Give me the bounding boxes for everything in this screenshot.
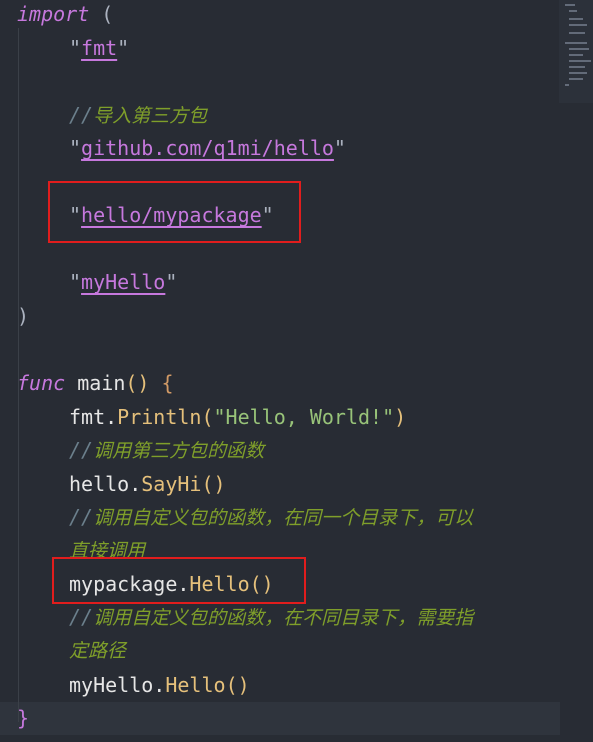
highlight-box-import-mypackage — [48, 181, 301, 243]
identifier-myhello[interactable]: myHello — [69, 673, 153, 697]
code-line-comment-diff-dir-wrap[interactable]: 定路径 — [69, 633, 126, 667]
close-paren: ) — [394, 405, 407, 429]
parens: () — [225, 673, 250, 697]
comment-text: 调用自定义包的函数，在同一个目录下，可以 — [93, 507, 474, 529]
code-line-import-myhello[interactable]: "myHello" — [69, 265, 177, 299]
comment-slash: // — [69, 605, 94, 629]
current-line-highlight — [0, 702, 560, 735]
dot: . — [105, 405, 118, 429]
close-brace: } — [17, 706, 30, 730]
code-line-import-github[interactable]: "github.com/q1mi/hello" — [69, 131, 346, 165]
code-line-close-import[interactable]: ) — [17, 299, 29, 333]
comment-slash: // — [69, 505, 94, 529]
close-paren: ) — [17, 304, 30, 328]
comment-text: 导入第三方包 — [93, 105, 208, 127]
code-line-sayhi[interactable]: hello.SayHi() — [69, 467, 226, 501]
open-paren: ( — [201, 405, 214, 429]
dot: . — [153, 673, 166, 697]
code-line-comment-diff-dir[interactable]: //调用自定义包的函数，在不同目录下，需要指 — [69, 600, 473, 634]
function-sayhi[interactable]: SayHi — [141, 472, 201, 496]
func-name-main[interactable]: main — [77, 371, 125, 395]
code-line-import-fmt[interactable]: "fmt" — [69, 31, 129, 65]
parens: () — [201, 472, 226, 496]
open-paren: ( — [101, 2, 114, 26]
code-line-comment-third-party-call[interactable]: //调用第三方包的函数 — [69, 433, 264, 467]
keyword-import: import — [17, 2, 90, 26]
parens: () — [125, 371, 150, 395]
quote: " — [69, 136, 82, 160]
code-line-comment-same-dir[interactable]: //调用自定义包的函数，在同一个目录下，可以 — [69, 500, 473, 534]
comment-slash: // — [69, 438, 94, 462]
identifier-hello[interactable]: hello — [69, 472, 129, 496]
code-line-comment-third-party[interactable]: //导入第三方包 — [69, 98, 207, 132]
quote: " — [69, 36, 82, 60]
function-hello[interactable]: Hello — [165, 673, 225, 697]
quote: " — [333, 136, 346, 160]
quote: " — [117, 36, 130, 60]
function-println[interactable]: Println — [117, 405, 201, 429]
code-line-println[interactable]: fmt.Println("Hello, World!") — [69, 400, 406, 434]
import-path-fmt[interactable]: fmt — [81, 36, 117, 60]
string-literal: "Hello, World!" — [213, 405, 395, 429]
minimap[interactable] — [559, 0, 593, 103]
comment-text: 调用自定义包的函数，在不同目录下，需要指 — [93, 607, 474, 629]
quote: " — [69, 270, 82, 294]
code-line-myhello-hello[interactable]: myHello.Hello() — [69, 668, 250, 702]
code-line-func-main[interactable]: func main() { — [17, 366, 174, 400]
import-path-github[interactable]: github.com/q1mi/hello — [81, 136, 334, 160]
comment-text: 定路径 — [69, 640, 127, 662]
quote: " — [165, 270, 178, 294]
comment-text: 调用第三方包的函数 — [93, 440, 265, 462]
code-line-import[interactable]: import ( — [17, 0, 113, 31]
code-editor[interactable]: import ( "fmt" //导入第三方包 "github.com/q1mi… — [0, 0, 593, 742]
code-line-close-brace[interactable]: } — [17, 701, 29, 735]
keyword-func: func — [17, 371, 66, 395]
comment-slash: // — [69, 103, 94, 127]
identifier-fmt[interactable]: fmt — [69, 405, 105, 429]
open-brace: { — [161, 371, 174, 395]
dot: . — [129, 472, 142, 496]
highlight-box-mypackage-call — [52, 557, 306, 604]
import-path-myhello[interactable]: myHello — [81, 270, 165, 294]
